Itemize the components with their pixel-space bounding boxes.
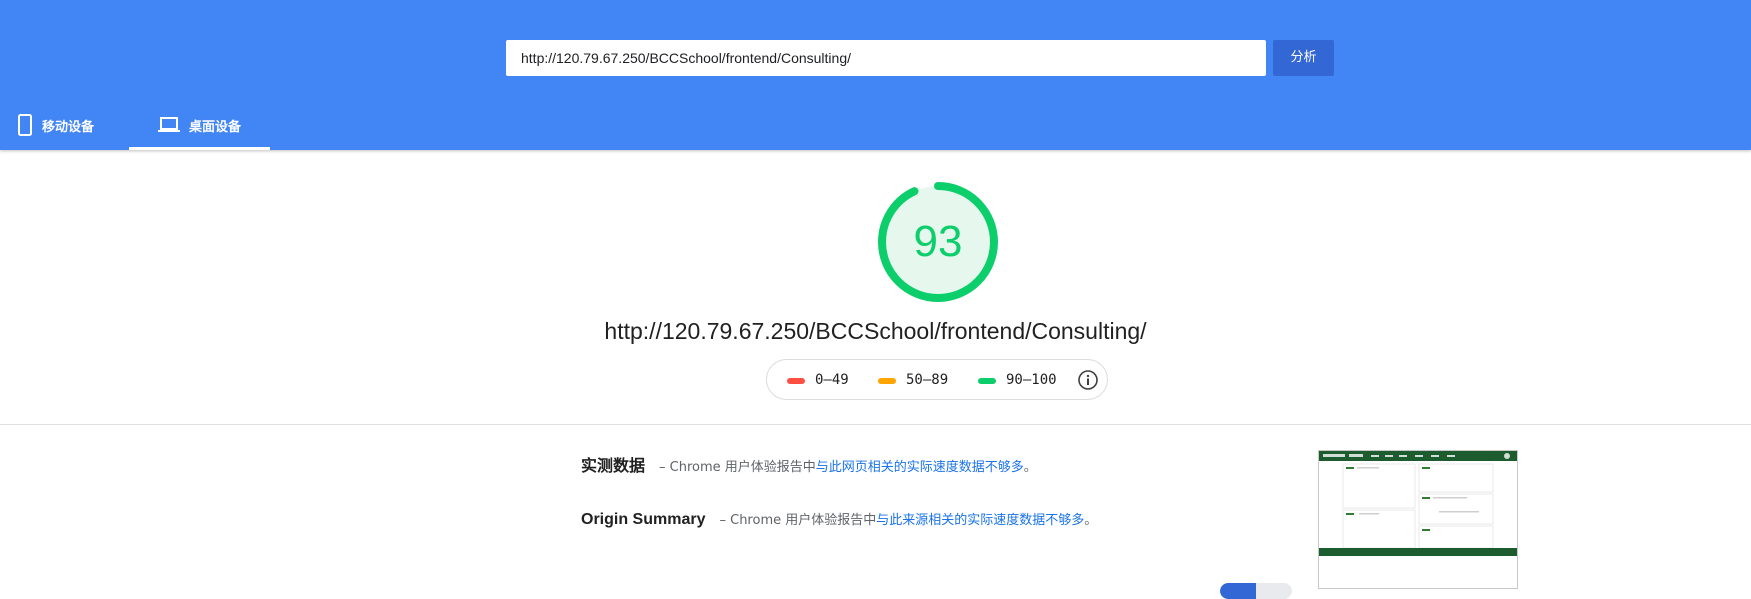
laptop-icon	[157, 117, 180, 133]
legend-fail-swatch	[787, 378, 805, 384]
field-data-suffix: 。	[1023, 460, 1037, 475]
tab-desktop-label: 桌面设备	[188, 119, 241, 135]
field-data-row: 实测数据 – Chrome 用户体验报告中 与此网页相关的实际速度数据不够多 。	[581, 452, 1037, 476]
analyze-button[interactable]: 分析	[1273, 40, 1334, 76]
origin-summary-row: Origin Summary – Chrome 用户体验报告中 与此来源相关的实…	[581, 509, 1097, 529]
section-divider	[0, 424, 1751, 425]
field-data-description: – Chrome 用户体验报告中	[659, 460, 816, 475]
legend-pass-label: 90–100	[1006, 372, 1057, 388]
info-icon[interactable]	[1077, 369, 1099, 391]
tab-mobile[interactable]: 移动设备	[18, 100, 94, 150]
origin-summary-suffix: 。	[1084, 513, 1098, 528]
view-toggle[interactable]	[1220, 583, 1292, 599]
selected-tab-indicator	[129, 147, 270, 150]
legend-fail-label: 0–49	[815, 372, 849, 388]
field-data-link[interactable]: 与此网页相关的实际速度数据不够多	[816, 456, 1024, 475]
analyzed-url: http://120.79.67.250/BCCSchool/frontend/…	[604, 318, 1147, 344]
tab-mobile-label: 移动设备	[42, 119, 95, 135]
tab-desktop[interactable]: 桌面设备	[129, 100, 270, 150]
view-toggle-selected	[1220, 583, 1256, 599]
origin-summary-link[interactable]: 与此来源相关的实际速度数据不够多	[876, 509, 1084, 528]
origin-summary-description: – Chrome 用户体验报告中	[719, 513, 877, 528]
origin-summary-title: Origin Summary	[581, 511, 706, 528]
field-data-title: 实测数据	[581, 456, 646, 475]
thumbnail-footer-bar	[1319, 548, 1517, 556]
score-legend: 0–49 50–89 90–100	[766, 359, 1108, 400]
legend-pass-swatch	[978, 378, 996, 384]
legend-average-swatch	[878, 378, 896, 384]
performance-score: 93	[913, 217, 963, 266]
page-screenshot-thumbnail	[1318, 450, 1518, 589]
url-input[interactable]	[506, 40, 1266, 76]
thumbnail-content	[1323, 453, 1510, 549]
legend-average-label: 50–89	[906, 372, 949, 388]
header-bar: 分析 移动设备 桌面设备	[0, 0, 1751, 150]
mobile-phone-icon	[18, 114, 32, 136]
